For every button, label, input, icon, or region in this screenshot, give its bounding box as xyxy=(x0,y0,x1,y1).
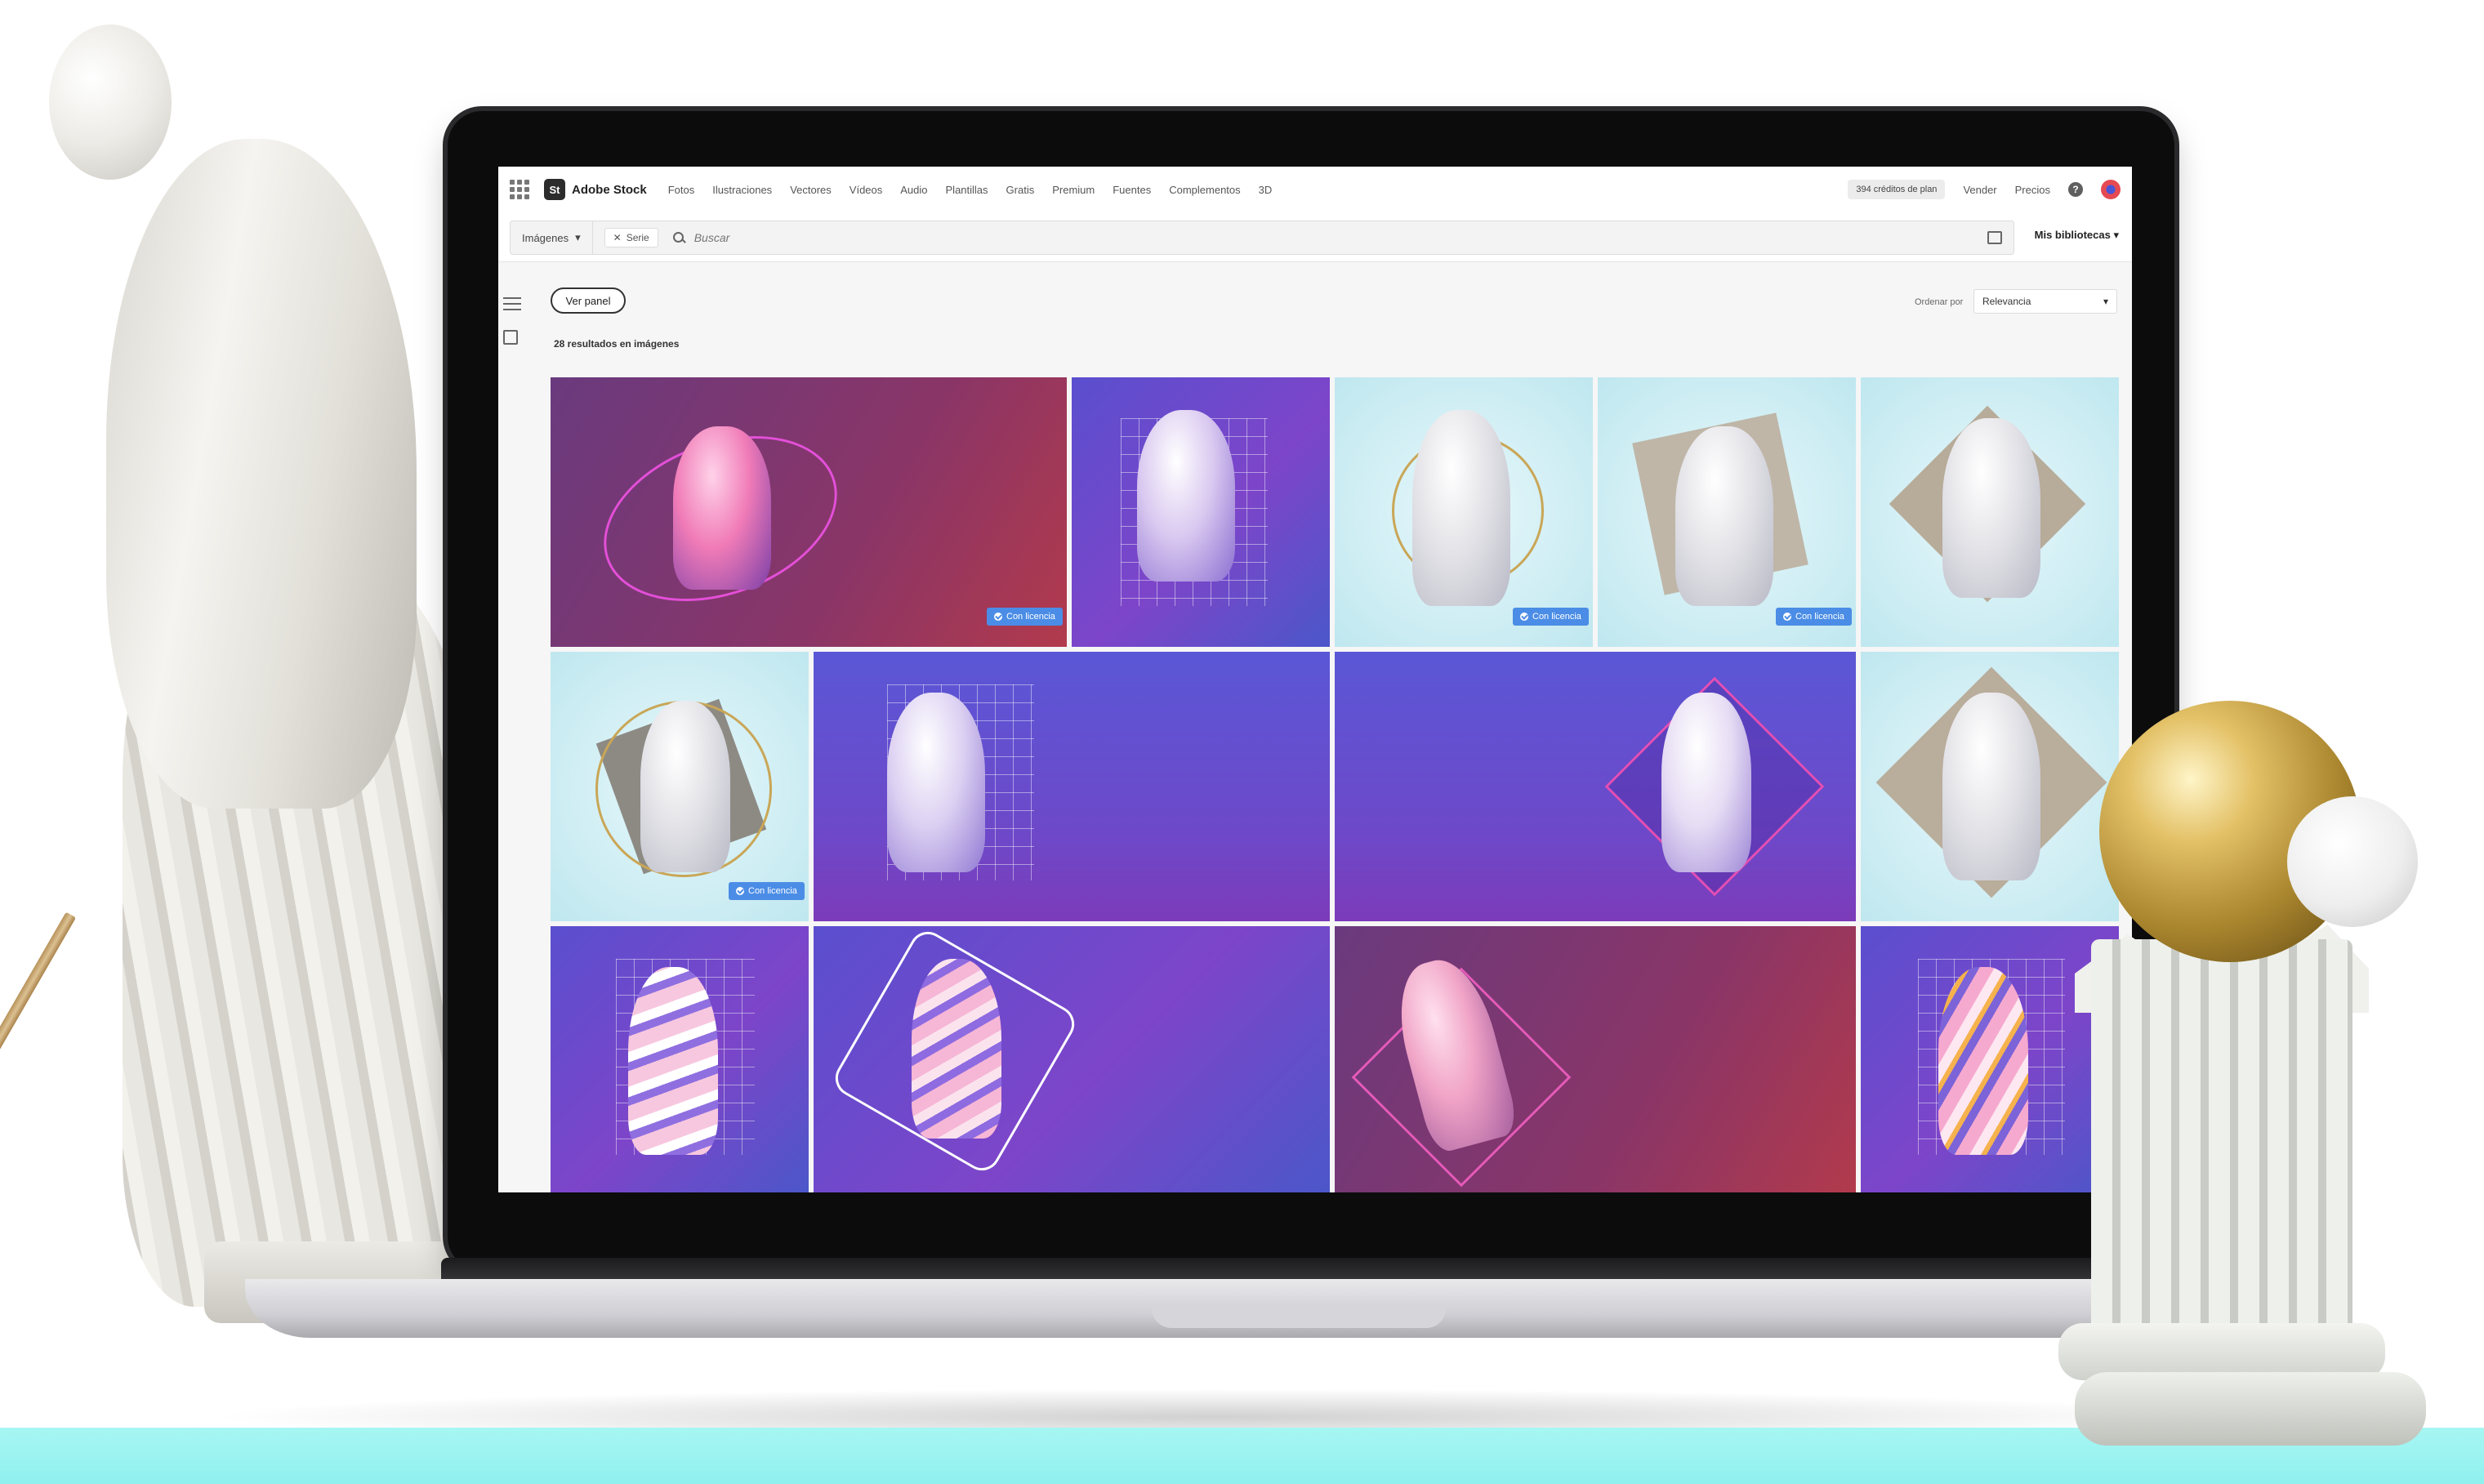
close-icon[interactable]: ✕ xyxy=(613,232,622,243)
image-tile[interactable] xyxy=(1861,652,2119,921)
sort-value: Relevancia xyxy=(1982,296,2031,307)
licensed-badge: Con licencia xyxy=(729,882,805,900)
nav-link-plantillas[interactable]: Plantillas xyxy=(946,184,988,196)
sort-label: Ordenar por xyxy=(1915,297,1964,307)
image-tile[interactable]: Con licencia xyxy=(1335,377,1593,647)
licensed-badge: Con licencia xyxy=(987,608,1063,626)
pricing-link[interactable]: Precios xyxy=(2015,184,2050,196)
search-row: Imágenes ▾ ✕ Serie Mis bibliotecas ▾ xyxy=(498,212,2132,262)
nav-link-vectores[interactable]: Vectores xyxy=(790,184,832,196)
nav-link-audio[interactable]: Audio xyxy=(900,184,927,196)
image-tile[interactable]: Con licencia xyxy=(551,652,809,921)
nav-link-gratis[interactable]: Gratis xyxy=(1006,184,1035,196)
image-tile[interactable] xyxy=(1335,652,1856,921)
check-icon xyxy=(994,613,1002,621)
check-icon xyxy=(736,887,744,895)
image-tile[interactable] xyxy=(814,926,1330,1192)
sell-link[interactable]: Vender xyxy=(1963,184,1996,196)
pencil xyxy=(0,911,77,1314)
image-tile[interactable]: Con licencia xyxy=(1598,377,1856,647)
nav-link-ilustraciones[interactable]: Ilustraciones xyxy=(712,184,772,196)
statue-head xyxy=(49,25,172,180)
nav-link-fuentes[interactable]: Fuentes xyxy=(1113,184,1151,196)
nav-link-3d[interactable]: 3D xyxy=(1259,184,1273,196)
brand-name[interactable]: Adobe Stock xyxy=(572,183,647,197)
sort-dropdown[interactable]: Relevancia ▾ xyxy=(1973,289,2117,314)
fluted-column xyxy=(2091,939,2352,1364)
image-tile[interactable] xyxy=(1861,377,2119,647)
avatar[interactable] xyxy=(2101,180,2121,199)
nav-link-videos[interactable]: Vídeos xyxy=(850,184,882,196)
chevron-down-icon: ▾ xyxy=(2103,296,2108,307)
series-filter-chip[interactable]: ✕ Serie xyxy=(604,228,658,247)
account-area: 394 créditos de plan Vender Precios ? xyxy=(1848,180,2121,199)
filters-icon[interactable] xyxy=(503,297,521,310)
library-icon[interactable] xyxy=(503,330,518,345)
white-sphere xyxy=(2287,796,2418,927)
check-icon xyxy=(1520,613,1528,621)
image-tile[interactable] xyxy=(814,652,1330,921)
nav-link-complementos[interactable]: Complementos xyxy=(1169,184,1240,196)
licensed-badge: Con licencia xyxy=(1513,608,1589,626)
asset-type-dropdown[interactable]: Imágenes ▾ xyxy=(511,221,593,254)
nav-link-fotos[interactable]: Fotos xyxy=(668,184,695,196)
results-count: 28 resultados en imágenes xyxy=(554,338,680,350)
column-plinth xyxy=(2075,1372,2426,1446)
licensed-badge: Con licencia xyxy=(1776,608,1852,626)
image-tile[interactable] xyxy=(1335,926,1856,1192)
image-tile[interactable] xyxy=(1072,377,1330,647)
category-nav: Fotos Ilustraciones Vectores Vídeos Audi… xyxy=(668,184,1273,196)
credits-badge[interactable]: 394 créditos de plan xyxy=(1848,180,1946,199)
adobe-stock-logo-icon[interactable]: St xyxy=(544,179,565,200)
visual-search-icon[interactable] xyxy=(1987,231,2002,244)
view-panel-button[interactable]: Ver panel xyxy=(551,287,626,314)
help-icon[interactable]: ? xyxy=(2068,182,2083,197)
search-input[interactable] xyxy=(692,230,1840,245)
series-chip-label: Serie xyxy=(626,232,649,243)
statue-torso xyxy=(106,139,417,809)
asset-type-label: Imágenes xyxy=(522,231,569,244)
libraries-label: Mis bibliotecas xyxy=(2034,229,2111,241)
image-tile[interactable] xyxy=(551,926,809,1192)
check-icon xyxy=(1783,613,1791,621)
chevron-down-icon: ▾ xyxy=(575,231,581,243)
browser-screen: St Adobe Stock Fotos Ilustraciones Vecto… xyxy=(498,167,2132,1192)
image-tile[interactable]: Con licencia xyxy=(551,377,1067,647)
top-navigation: St Adobe Stock Fotos Ilustraciones Vecto… xyxy=(498,167,2132,213)
libraries-dropdown[interactable]: Mis bibliotecas ▾ xyxy=(2035,229,2119,242)
app-switcher-icon[interactable] xyxy=(510,180,529,199)
laptop-notch xyxy=(1152,1307,1446,1328)
search-bar: Imágenes ▾ ✕ Serie xyxy=(510,221,2014,255)
search-icon xyxy=(672,232,685,243)
nav-link-premium[interactable]: Premium xyxy=(1052,184,1095,196)
image-tile[interactable] xyxy=(1861,926,2119,1192)
chevron-down-icon: ▾ xyxy=(2113,229,2119,241)
